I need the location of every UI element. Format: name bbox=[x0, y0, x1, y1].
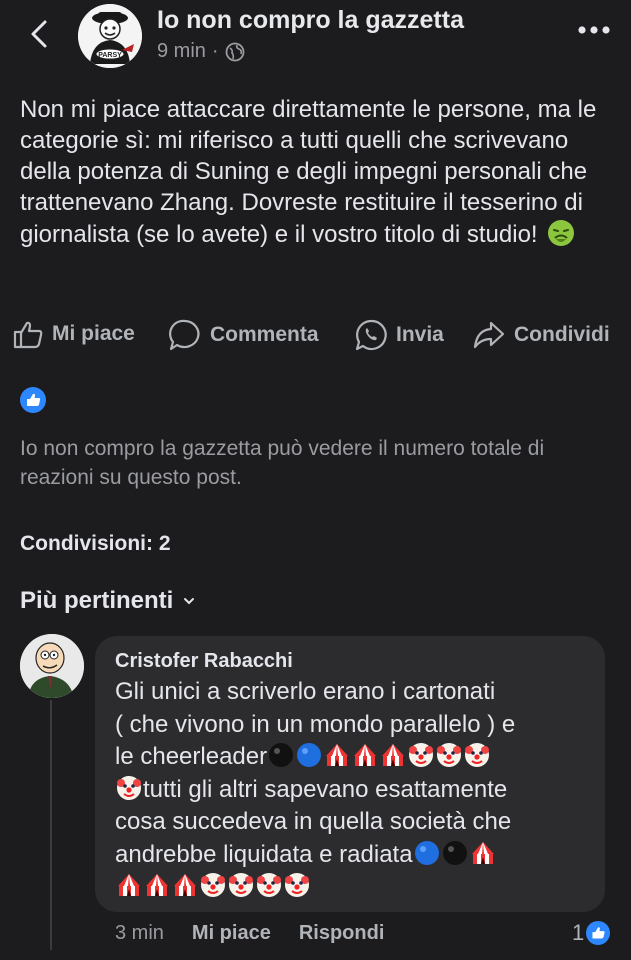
circus-tent-emoji-icon bbox=[354, 744, 377, 766]
clown-face-emoji-icon bbox=[409, 743, 434, 767]
circus-tent-emoji-icon bbox=[382, 744, 405, 766]
commenter-avatar[interactable] bbox=[20, 634, 84, 698]
comment-like-button[interactable]: Mi piace bbox=[192, 922, 271, 945]
post-body: Non mi piace attaccare direttamente le p… bbox=[20, 96, 597, 248]
more-dots-icon[interactable] bbox=[577, 24, 611, 36]
comment-line-text: le cheerleader bbox=[115, 743, 268, 770]
comment-line: Gli unici a scriverlo erano i cartonati bbox=[115, 678, 496, 705]
post-action-bar: Mi piace Commenta Invia Condividi bbox=[12, 318, 624, 354]
share-icon bbox=[473, 321, 505, 349]
circus-tent-emoji-icon bbox=[146, 874, 168, 896]
meta-separator: · bbox=[211, 40, 219, 62]
circus-tent-emoji-icon bbox=[118, 874, 140, 896]
like-label: Mi piace bbox=[52, 322, 135, 345]
comment-label: Commenta bbox=[210, 323, 319, 346]
share-button[interactable]: Condividi bbox=[472, 318, 610, 352]
clown-face-emoji-icon bbox=[257, 873, 281, 897]
circus-tent-emoji-icon bbox=[174, 874, 196, 896]
page-avatar[interactable]: PARSY bbox=[78, 4, 142, 68]
share-count[interactable]: Condivisioni: 2 bbox=[20, 532, 171, 556]
comment-meta: 3 min Mi piace Rispondi bbox=[115, 922, 384, 945]
comment-reply-button[interactable]: Rispondi bbox=[299, 922, 385, 945]
chevron-down-icon bbox=[184, 598, 195, 605]
like-reaction-icon[interactable] bbox=[20, 387, 46, 413]
clown-face-emoji-icon bbox=[229, 873, 253, 897]
sort-label: Più pertinenti bbox=[20, 587, 174, 614]
comment-line-text: andrebbe liquidata e radiata bbox=[115, 840, 413, 868]
clown-face-emoji-icon bbox=[117, 775, 141, 800]
globe-icon bbox=[225, 42, 244, 61]
thread-line bbox=[50, 700, 52, 950]
post-time[interactable]: 9 min bbox=[157, 40, 206, 63]
page-name[interactable]: Io non compro la gazzetta bbox=[157, 6, 464, 35]
black-circle-emoji-icon bbox=[442, 840, 467, 865]
clown-face-emoji-icon bbox=[465, 743, 490, 767]
comment-reaction-number: 1 bbox=[572, 920, 585, 945]
post-text: Non mi piace attaccare direttamente le p… bbox=[20, 94, 620, 250]
reaction-visibility-note: Io non compro la gazzetta può vedere il … bbox=[20, 437, 545, 489]
comment-time[interactable]: 3 min bbox=[115, 922, 164, 945]
comment-author[interactable]: Cristofer Rabacchi bbox=[115, 650, 293, 673]
clown-face-emoji-icon bbox=[285, 873, 309, 897]
comment-line-text: tutti gli altri sapevano esattamente bbox=[143, 775, 508, 803]
share-label: Condividi bbox=[514, 323, 610, 346]
comment-line bbox=[115, 871, 595, 904]
like-reaction-icon bbox=[586, 921, 611, 945]
post-meta: 9 min · bbox=[157, 40, 245, 63]
send-whatsapp-button[interactable]: Invia bbox=[354, 318, 444, 352]
send-label: Invia bbox=[396, 323, 444, 346]
blue-circle-emoji-icon bbox=[414, 840, 439, 865]
whatsapp-icon bbox=[355, 319, 387, 351]
back-chevron-icon[interactable] bbox=[24, 18, 56, 50]
comment-line: cosa succedeva in quella società che bbox=[115, 808, 512, 835]
comment-line: le cheerleader bbox=[115, 741, 595, 774]
thumbs-up-icon bbox=[13, 321, 43, 349]
blue-circle-emoji-icon bbox=[297, 743, 322, 767]
like-button[interactable]: Mi piace bbox=[12, 318, 135, 350]
mascot-logo-icon: PARSY bbox=[78, 4, 142, 68]
circus-tent-emoji-icon bbox=[471, 841, 494, 864]
circus-tent-emoji-icon bbox=[326, 744, 349, 766]
comment-text: Gli unici a scriverlo erano i cartonati … bbox=[115, 676, 595, 904]
clown-face-emoji-icon bbox=[201, 873, 225, 897]
comment-line: tutti gli altri sapevano esattamente bbox=[115, 774, 595, 807]
comment-line: ( che vivono in un mondo parallelo ) e bbox=[115, 710, 516, 738]
cartoon-avatar-icon bbox=[20, 634, 84, 698]
comment-reaction-count[interactable]: 1 bbox=[572, 920, 611, 946]
comment-icon bbox=[169, 319, 200, 351]
comment-button[interactable]: Commenta bbox=[168, 318, 319, 352]
comment-line: andrebbe liquidata e radiata bbox=[115, 839, 595, 872]
black-circle-emoji-icon bbox=[269, 743, 294, 767]
svg-text:PARSY: PARSY bbox=[98, 52, 122, 59]
nauseated-face-emoji-icon bbox=[548, 220, 575, 246]
clown-face-emoji-icon bbox=[437, 743, 462, 767]
comment-sort-dropdown[interactable]: Più pertinenti bbox=[20, 587, 195, 615]
